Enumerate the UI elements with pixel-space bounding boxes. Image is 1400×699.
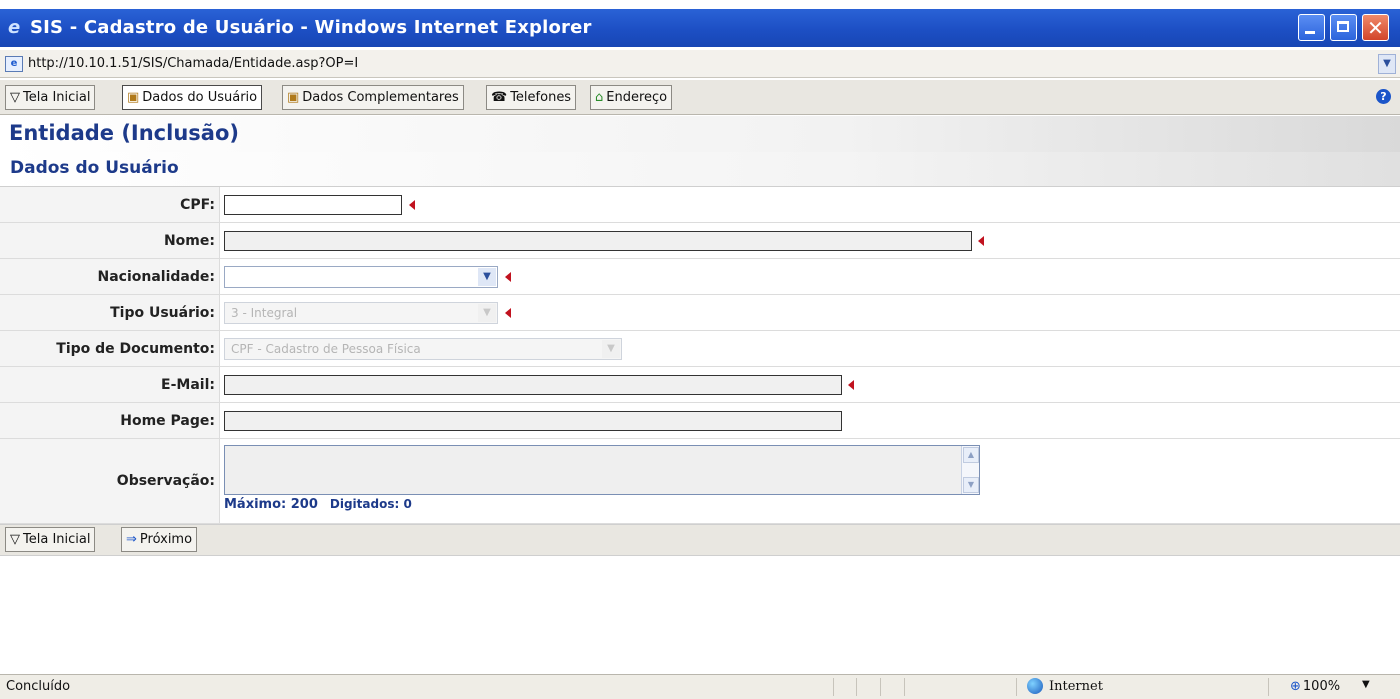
status-text: Concluído — [6, 679, 71, 694]
tab-endereco[interactable]: ⌂ Endereço — [590, 85, 673, 110]
tipo-usuario-label: Tipo Usuário: — [110, 304, 215, 321]
filter-icon: ▽ — [10, 90, 20, 105]
observacao-textarea[interactable]: ▲ ▼ — [224, 445, 980, 495]
chevron-down-icon: ▼ — [478, 303, 496, 322]
nacionalidade-label: Nacionalidade: — [97, 268, 215, 285]
phone-icon: ☎ — [491, 90, 508, 105]
required-marker — [505, 307, 511, 318]
close-button[interactable]: ✕ — [1362, 14, 1389, 41]
filter-icon: ▽ — [10, 532, 20, 547]
address-dropdown-icon[interactable]: ▼ — [1378, 54, 1396, 74]
close-icon: ✕ — [1367, 16, 1384, 40]
page-icon: e — [5, 56, 23, 72]
tipo-usuario-select[interactable]: 3 - Integral ▼ — [224, 301, 498, 324]
section-header: Dados do Usuário — [0, 152, 1400, 187]
window-title-bar: e SIS - Cadastro de Usuário - Windows In… — [0, 9, 1400, 47]
window-title: SIS - Cadastro de Usuário - Windows Inte… — [30, 17, 592, 38]
maximize-button[interactable] — [1330, 14, 1357, 41]
required-marker — [848, 379, 854, 390]
help-icon[interactable]: ? — [1376, 89, 1391, 104]
address-bar: e http://10.10.1.51/SIS/Chamada/Entidade… — [0, 50, 1400, 78]
section-title: Dados do Usuário — [10, 158, 179, 178]
cpf-label: CPF: — [180, 196, 215, 213]
cpf-input[interactable] — [224, 194, 402, 215]
form-row-observacao: Observação: ▲ ▼ Máximo: 200 Digitados: 0 — [0, 439, 1400, 524]
nacionalidade-select[interactable]: ▼ — [224, 265, 498, 288]
app-toolbar: ▽ Tela Inicial ▣ Dados do Usuário ▣ Dados C… — [0, 80, 1400, 115]
zoom-icon: ⊕ — [1290, 679, 1301, 694]
user-card-icon: ▣ — [127, 90, 140, 105]
user-card-icon: ▣ — [287, 90, 300, 105]
page-title: Entidade (Inclusão) — [9, 121, 239, 145]
address-url[interactable]: http://10.10.1.51/SIS/Chamada/Entidade.a… — [28, 56, 358, 71]
textarea-scrollbar[interactable]: ▲ ▼ — [961, 446, 979, 494]
homepage-label: Home Page: — [120, 412, 215, 429]
tipo-documento-select[interactable]: CPF - Cadastro de Pessoa Física ▼ — [224, 337, 622, 360]
tipo-documento-label: Tipo de Documento: — [56, 340, 215, 357]
status-bar: Concluído Internet ⊕ 100% ▼ — [0, 674, 1400, 699]
scroll-down-icon[interactable]: ▼ — [963, 477, 979, 493]
observacao-label: Observação: — [116, 473, 215, 489]
tab-telefones[interactable]: ☎ Telefones — [486, 85, 577, 110]
required-marker — [409, 199, 415, 210]
home-icon: ⌂ — [595, 90, 604, 105]
typed-chars-text: Digitados: 0 — [329, 497, 412, 511]
page-header: Entidade (Inclusão) — [0, 116, 1400, 152]
security-zone: Internet — [1049, 679, 1103, 694]
nome-label: Nome: — [163, 232, 215, 249]
tela-inicial-button[interactable]: ▽ Tela Inicial — [5, 85, 96, 110]
form-row-homepage: Home Page: — [0, 403, 1400, 439]
form-row-tipo-documento: Tipo de Documento: CPF - Cadastro de Pes… — [0, 331, 1400, 367]
email-input[interactable] — [224, 374, 842, 395]
form-row-email: E-Mail: — [0, 367, 1400, 403]
internet-explorer-icon: e — [8, 17, 21, 38]
nome-input[interactable] — [224, 230, 972, 251]
email-label: E-Mail: — [161, 376, 215, 393]
chevron-down-icon: ▼ — [478, 267, 496, 286]
minimize-button[interactable] — [1298, 14, 1325, 41]
globe-icon — [1027, 678, 1043, 694]
tab-dados-usuario[interactable]: ▣ Dados do Usuário — [122, 85, 263, 110]
form-row-nome: Nome: — [0, 223, 1400, 259]
chevron-down-icon: ▼ — [602, 339, 620, 358]
form-row-tipo-usuario: Tipo Usuário: 3 - Integral ▼ — [0, 295, 1400, 331]
tipo-usuario-value: 3 - Integral — [231, 305, 298, 320]
required-marker — [978, 235, 984, 246]
homepage-input[interactable] — [224, 410, 842, 431]
arrow-right-icon: ⇒ — [126, 532, 137, 547]
scroll-up-icon[interactable]: ▲ — [963, 447, 979, 463]
form-row-nacionalidade: Nacionalidade: ▼ — [0, 259, 1400, 295]
tela-inicial-bottom-button[interactable]: ▽ Tela Inicial — [5, 527, 96, 552]
proximo-button[interactable]: ⇒ Próximo — [121, 527, 198, 552]
required-marker — [505, 271, 511, 282]
form-actions-bar: ▽ Tela Inicial ⇒ Próximo — [0, 524, 1400, 556]
zoom-level[interactable]: ⊕ 100% — [1290, 679, 1340, 694]
character-counter: Máximo: 200 Digitados: 0 — [224, 497, 412, 512]
zoom-dropdown-icon[interactable]: ▼ — [1362, 679, 1370, 690]
form-row-cpf: CPF: — [0, 187, 1400, 223]
max-chars-text: Máximo: 200 — [224, 497, 318, 512]
tab-dados-complementares[interactable]: ▣ Dados Complementares — [282, 85, 464, 110]
tipo-documento-value: CPF - Cadastro de Pessoa Física — [231, 341, 421, 356]
